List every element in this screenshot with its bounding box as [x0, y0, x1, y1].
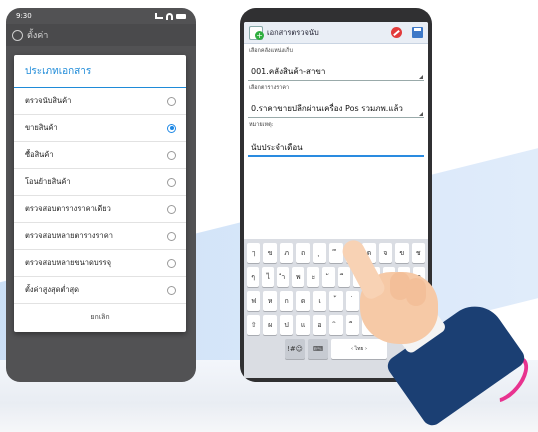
- cancel-icon[interactable]: [391, 27, 402, 38]
- dialog-title: ประเภทเอกสาร: [14, 55, 186, 88]
- app-bar-title: เอกสารตรวจนับ: [267, 27, 319, 37]
- radio-icon[interactable]: [167, 258, 176, 268]
- keyboard-key[interactable]: ำ: [277, 267, 290, 287]
- option-label: ตั้งค่าสูงสุดต่ำสุด: [25, 285, 79, 294]
- option-label: ซื้อสินค้า: [25, 150, 54, 159]
- signal-icon: [155, 13, 163, 19]
- warehouse-label: เลือกคลังแหน่งเก็บ: [249, 48, 293, 54]
- cancel-button[interactable]: ยกเลิก: [14, 304, 186, 331]
- pointing-hand-illustration: [338, 236, 438, 348]
- battery-icon: [176, 13, 186, 19]
- chevron-left-icons: ‹‹‹: [195, 132, 220, 172]
- option-label: โอนย้ายสินค้า: [25, 177, 71, 186]
- radio-icon[interactable]: [167, 177, 176, 187]
- symbols-key[interactable]: !#☺: [285, 339, 305, 359]
- option-label: ตรวจสอบหลายตารางราคา: [25, 231, 113, 240]
- keyboard-key[interactable]: ถ: [296, 243, 310, 263]
- wifi-icon: [166, 12, 173, 20]
- keyboard-settings-key[interactable]: ⌨: [308, 339, 328, 359]
- keyboard-key[interactable]: ห: [263, 291, 277, 311]
- keyboard-key[interactable]: ⇧: [247, 315, 261, 335]
- app-bar-title: ตั้งค่า: [27, 31, 49, 41]
- app-bar: ตั้งค่า: [6, 24, 196, 46]
- keyboard-key[interactable]: ิ: [329, 315, 343, 335]
- keyboard-key[interactable]: ุ: [312, 243, 327, 263]
- keyboard-key[interactable]: ป: [279, 315, 294, 335]
- save-icon[interactable]: [412, 27, 423, 38]
- note-label: หมายเหตุ:: [249, 122, 274, 128]
- keyboard-key[interactable]: ั: [322, 267, 335, 287]
- keyboard-key[interactable]: แ: [296, 315, 310, 335]
- keyboard-key[interactable]: อ: [312, 315, 327, 335]
- app-bar: เอกสารตรวจนับ: [244, 22, 428, 44]
- back-icon[interactable]: [12, 29, 23, 41]
- radio-icon[interactable]: [167, 150, 176, 160]
- keyboard-key[interactable]: ก: [279, 291, 294, 311]
- price-table-value: 0.ราคาขายปลีกผ่านเครื่อง Pos รวมภพ.แล้ว: [251, 104, 403, 113]
- radio-icon[interactable]: [167, 204, 176, 214]
- option-label: ขายสินค้า: [25, 123, 58, 132]
- keyboard-key[interactable]: ผ: [263, 315, 277, 335]
- keyboard-key[interactable]: ๆ: [247, 267, 260, 287]
- keyboard-key[interactable]: ะ: [307, 267, 320, 287]
- radio-icon[interactable]: [167, 96, 176, 106]
- document-type-option[interactable]: ซื้อสินค้า: [14, 142, 186, 169]
- document-type-option[interactable]: ตรวจสอบหลายตารางราคา: [14, 223, 186, 250]
- keyboard-key[interactable]: ภ: [279, 243, 294, 263]
- keyboard-key[interactable]: พ: [292, 267, 305, 287]
- keyboard-key[interactable]: ไ: [262, 267, 275, 287]
- document-type-dialog: ประเภทเอกสาร ตรวจนับสินค้าขายสินค้าซื้อส…: [14, 55, 186, 332]
- radio-icon[interactable]: [167, 285, 176, 295]
- new-document-icon[interactable]: [249, 25, 264, 40]
- keyboard-key[interactable]: เ: [312, 291, 327, 311]
- dropdown-corner-icon: [419, 75, 423, 79]
- keyboard-key[interactable]: ี: [337, 267, 350, 287]
- document-type-option[interactable]: ขายสินค้า: [14, 115, 186, 142]
- note-input[interactable]: นับประจำเดือน: [248, 135, 424, 157]
- keyboard-key[interactable]: ด: [296, 291, 310, 311]
- status-bar: 9:30: [6, 8, 196, 24]
- document-type-option[interactable]: ตรวจนับสินค้า: [14, 88, 186, 115]
- document-type-option[interactable]: ตรวจสอบตารางราคาเดียว: [14, 196, 186, 223]
- warehouse-select[interactable]: 001.คลังสินค้า-สาขา: [248, 59, 424, 81]
- keyboard-key[interactable]: ๅ: [247, 243, 261, 263]
- keyboard-key[interactable]: ข: [263, 243, 277, 263]
- keyboard-key[interactable]: ฟ: [247, 291, 261, 311]
- option-label: ตรวจสอบตารางราคาเดียว: [25, 204, 111, 213]
- dropdown-corner-icon: [419, 112, 423, 116]
- document-type-option[interactable]: ตรวจสอบหลายขนาดบรรจุ: [14, 250, 186, 277]
- radio-icon[interactable]: [167, 231, 176, 241]
- option-label: ตรวจสอบหลายขนาดบรรจุ: [25, 258, 112, 267]
- warehouse-value: 001.คลังสินค้า-สาขา: [251, 67, 326, 76]
- document-type-option[interactable]: โอนย้ายสินค้า: [14, 169, 186, 196]
- radio-selected-icon[interactable]: [167, 123, 176, 133]
- status-time: 9:30: [16, 12, 32, 20]
- document-type-option[interactable]: ตั้งค่าสูงสุดต่ำสุด: [14, 277, 186, 304]
- price-table-select[interactable]: 0.ราคาขายปลีกผ่านเครื่อง Pos รวมภพ.แล้ว: [248, 96, 424, 118]
- option-label: ตรวจนับสินค้า: [25, 96, 72, 105]
- keyboard-key[interactable]: ึ: [329, 243, 343, 263]
- keyboard-key[interactable]: ้: [329, 291, 343, 311]
- price-table-label: เลือกตารางราคา: [249, 85, 290, 91]
